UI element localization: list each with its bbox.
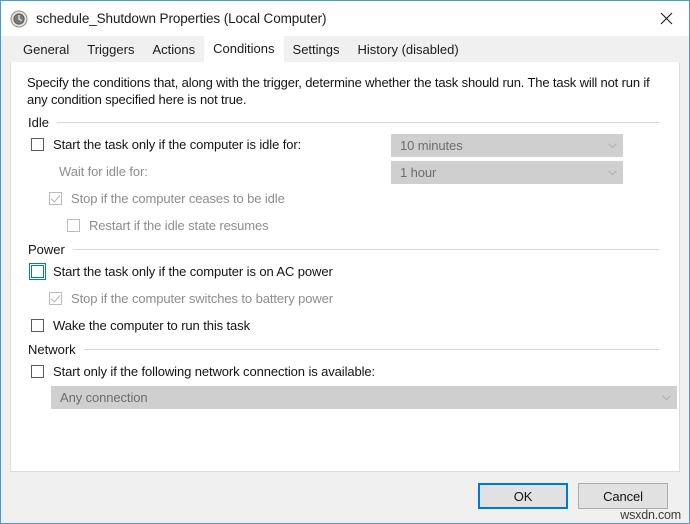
tab-actions[interactable]: Actions bbox=[143, 38, 205, 63]
label-start-on-network[interactable]: Start only if the following network conn… bbox=[53, 364, 375, 379]
chevron-down-icon bbox=[602, 142, 622, 149]
row-ac-power: Start the task only if the computer is o… bbox=[23, 258, 667, 285]
conditions-tab-panel: Specify the conditions that, along with … bbox=[10, 62, 680, 472]
idle-group-rule bbox=[56, 122, 659, 123]
power-group-header: Power bbox=[23, 241, 667, 258]
power-group-rule bbox=[72, 249, 659, 250]
row-start-on-network: Start only if the following network conn… bbox=[23, 358, 667, 385]
network-group: Network Start only if the following netw… bbox=[23, 341, 677, 415]
checkbox-start-on-network[interactable] bbox=[31, 365, 44, 378]
combo-network-connection-value: Any connection bbox=[60, 390, 148, 405]
tab-conditions[interactable]: Conditions bbox=[204, 36, 284, 63]
close-icon[interactable] bbox=[643, 1, 689, 35]
row-wait-for-idle: Wait for idle for: 1 hour bbox=[23, 158, 667, 185]
combo-wait-for-idle[interactable]: 1 hour bbox=[391, 161, 623, 184]
close-glyph bbox=[660, 12, 672, 24]
idle-group-header: Idle bbox=[23, 114, 667, 131]
row-stop-when-not-idle: Stop if the computer ceases to be idle bbox=[23, 185, 667, 212]
title-bar: schedule_Shutdown Properties (Local Comp… bbox=[1, 1, 689, 36]
chevron-down-icon bbox=[656, 394, 676, 401]
label-wait-for-idle: Wait for idle for: bbox=[59, 164, 148, 179]
combo-network-connection[interactable]: Any connection bbox=[51, 386, 677, 409]
combo-idle-duration-value: 10 minutes bbox=[400, 138, 463, 153]
ok-button[interactable]: OK bbox=[478, 483, 568, 509]
row-restart-on-idle: Restart if the idle state resumes bbox=[23, 212, 667, 239]
row-wake-computer: Wake the computer to run this task bbox=[23, 312, 667, 339]
label-stop-when-not-idle[interactable]: Stop if the computer ceases to be idle bbox=[71, 191, 285, 206]
checkbox-wake-computer[interactable] bbox=[31, 319, 44, 332]
checkbox-restart-on-idle[interactable] bbox=[67, 219, 80, 232]
row-start-when-idle: Start the task only if the computer is i… bbox=[23, 131, 667, 158]
checkbox-stop-when-not-idle[interactable] bbox=[49, 192, 62, 205]
conditions-description: Specify the conditions that, along with … bbox=[27, 75, 650, 107]
idle-group-title: Idle bbox=[28, 115, 49, 130]
tab-general[interactable]: General bbox=[14, 38, 79, 63]
task-properties-dialog: schedule_Shutdown Properties (Local Comp… bbox=[0, 0, 690, 524]
network-group-rule bbox=[83, 349, 659, 350]
network-group-header: Network bbox=[23, 341, 667, 358]
tab-history[interactable]: History (disabled) bbox=[348, 38, 468, 63]
window-title: schedule_Shutdown Properties (Local Comp… bbox=[36, 11, 327, 26]
tab-strip: General Triggers Actions Conditions Sett… bbox=[10, 36, 680, 63]
combo-idle-duration[interactable]: 10 minutes bbox=[391, 134, 623, 157]
tab-settings[interactable]: Settings bbox=[283, 38, 349, 63]
dialog-body: General Triggers Actions Conditions Sett… bbox=[1, 36, 689, 479]
tab-triggers[interactable]: Triggers bbox=[78, 38, 144, 63]
row-stop-on-battery: Stop if the computer switches to battery… bbox=[23, 285, 667, 312]
watermark: wsxdn.com bbox=[620, 508, 681, 522]
combo-wait-for-idle-value: 1 hour bbox=[400, 165, 437, 180]
cancel-button[interactable]: Cancel bbox=[578, 483, 668, 509]
clock-icon bbox=[10, 10, 28, 27]
label-wake-computer[interactable]: Wake the computer to run this task bbox=[53, 318, 250, 333]
chevron-down-icon bbox=[602, 169, 622, 176]
label-restart-on-idle[interactable]: Restart if the idle state resumes bbox=[89, 218, 269, 233]
idle-group: Idle Start the task only if the computer… bbox=[23, 114, 667, 239]
label-start-when-idle[interactable]: Start the task only if the computer is i… bbox=[53, 137, 301, 152]
network-group-title: Network bbox=[28, 342, 76, 357]
checkbox-stop-on-battery[interactable] bbox=[49, 292, 62, 305]
checkbox-ac-power[interactable] bbox=[29, 263, 46, 280]
power-group-title: Power bbox=[28, 242, 65, 257]
power-group: Power Start the task only if the compute… bbox=[23, 241, 667, 339]
checkbox-start-when-idle[interactable] bbox=[31, 138, 44, 151]
label-stop-on-battery[interactable]: Stop if the computer switches to battery… bbox=[71, 291, 333, 306]
network-combo-wrapper: Any connection bbox=[23, 385, 677, 415]
dialog-footer: OK Cancel wsxdn.com bbox=[1, 479, 689, 523]
label-ac-power[interactable]: Start the task only if the computer is o… bbox=[53, 264, 333, 279]
